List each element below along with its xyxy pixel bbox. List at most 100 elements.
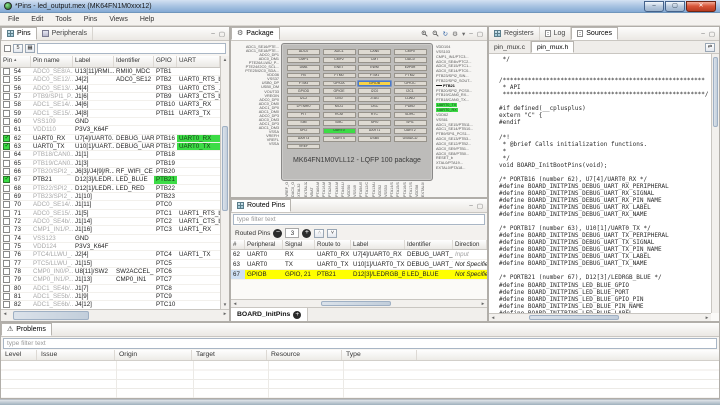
minimize-view-icon[interactable]: –	[211, 30, 215, 37]
tab-package[interactable]: ⚙ Package	[231, 27, 280, 40]
pin-checkbox[interactable]	[3, 185, 10, 192]
peripheral-block-gpiod[interactable]: GPIOD	[287, 88, 320, 94]
routed-row-pin-67[interactable]: 67GPIOBGPIO, 21PTB21D12[3]/LEDRGB_BL...L…	[231, 270, 487, 280]
menu-edit[interactable]: Edit	[25, 16, 49, 23]
table-row-pin-65[interactable]: 65PTB19/CAN0...J1[3]PTB19	[1, 160, 220, 168]
collapse-down-button[interactable]: ˅	[327, 229, 337, 238]
menu-file[interactable]: File	[2, 16, 25, 23]
scroll-left-icon[interactable]: ◄	[1, 310, 9, 318]
table-row-pin-62[interactable]: 62UART0_RXU7[4]/UART0...DEBUG_UAR...PTB1…	[1, 135, 220, 143]
table-row-pin-75[interactable]: 75VDD124P3V3_K64F	[1, 243, 220, 251]
tab-sources[interactable]: Sources	[571, 27, 618, 40]
peripheral-block-i2s0[interactable]: I2S0	[323, 96, 356, 102]
pin-checkbox[interactable]	[3, 85, 10, 92]
table-row-pin-54[interactable]: 54ADC0_SE8/A...U13[11]/RMI...RMII0_MDCPT…	[1, 68, 220, 76]
column-header-resource[interactable]: Resource	[267, 350, 342, 360]
scroll-thumb[interactable]	[13, 311, 89, 320]
column-header-level[interactable]: Level	[1, 350, 37, 360]
table-row-pin-76[interactable]: 76PTC4/LLWU_...J2[4]PTC4UART1_TX	[1, 251, 220, 259]
add-pin-button[interactable]: +	[302, 229, 311, 238]
table-row-pin-73[interactable]: 73CMP1_IN1/P...J1[16]PTC3UART1_RX	[1, 226, 220, 234]
column-header-pin-name[interactable]: Pin name	[31, 56, 73, 67]
scroll-right-icon[interactable]: ►	[221, 310, 229, 318]
tab-routed-pins[interactable]: Routed Pins	[231, 199, 291, 212]
maximize-view-icon[interactable]: ▢	[709, 30, 715, 38]
pin-checkbox[interactable]	[3, 243, 10, 250]
peripheral-block-ftm2[interactable]: FTM2	[394, 73, 427, 79]
table-row-pin-55[interactable]: 55ADC0_SE12/...J4[2]ADC0_SE12PTB2UART0_R…	[1, 76, 220, 84]
peripheral-block-ftm1[interactable]: FTM1	[358, 73, 391, 79]
show-count-button[interactable]: 5	[13, 44, 23, 53]
menu-pins[interactable]: Pins	[78, 16, 104, 23]
minimize-view-icon[interactable]: –	[701, 30, 705, 37]
peripheral-block-uart2[interactable]: UART2	[394, 128, 427, 134]
table-row-pin-60[interactable]: 60VSS109GND	[1, 118, 220, 126]
scroll-right-icon[interactable]: ►	[703, 314, 711, 322]
peripheral-block-gpioe[interactable]: GPIOE	[323, 88, 356, 94]
peripheral-block-i2c0[interactable]: I2C0	[358, 88, 391, 94]
pin-checkbox[interactable]	[3, 235, 10, 242]
table-row-pin-57[interactable]: 57PTB9/SPI1_P...J1[6]PTB9UART3_CTS_b	[1, 93, 220, 101]
peripheral-block-usb0[interactable]: USB0	[358, 136, 391, 142]
peripheral-block-cmp2[interactable]: CMP2	[323, 57, 356, 63]
zoom-in-icon[interactable]	[421, 30, 428, 37]
table-row-pin-59[interactable]: 59ADC1_SE15/...J4[8]PTB11UART3_TX	[1, 110, 220, 118]
columns-button[interactable]: ▦	[25, 44, 35, 53]
peripheral-block-cmp0[interactable]: CMP0	[394, 49, 427, 55]
view-menu-icon[interactable]: ▾	[462, 30, 465, 38]
peripheral-block-ftm0[interactable]: FTM0	[323, 73, 356, 79]
peripheral-block-uart0[interactable]: UART0	[323, 128, 356, 134]
pin-checkbox[interactable]	[3, 76, 10, 83]
table-row-pin-68[interactable]: 68PTB22/SPI2_...D12[1]/LEDR...LED_REDPTB…	[1, 185, 220, 193]
function-tab-board-initpins[interactable]: BOARD_InitPins +	[231, 308, 308, 321]
peripheral-block-pdb0[interactable]: PDB0	[394, 104, 427, 110]
peripheral-block-lptmr0[interactable]: LPTMR0	[287, 104, 320, 110]
table-row-pin-74[interactable]: 74VSS123GND	[1, 235, 220, 243]
peripheral-block-sdhc[interactable]: SDHC	[394, 112, 427, 118]
sources-horizontal-scrollbar[interactable]: ◄ ►	[489, 313, 711, 321]
pin-checkbox[interactable]	[3, 126, 10, 133]
peripheral-block-adc0[interactable]: ADC0	[287, 49, 320, 55]
minimize-view-icon[interactable]: –	[469, 30, 473, 37]
collapse-up-button[interactable]: ˄	[314, 229, 324, 238]
peripheral-block-cmt[interactable]: CMT	[358, 57, 391, 63]
remove-pin-button[interactable]: −	[273, 229, 282, 238]
link-with-editor-button[interactable]: ⇄	[705, 43, 715, 52]
pin-checkbox[interactable]	[3, 193, 10, 200]
table-row-pin-58[interactable]: 58ADC1_SE14/...J4[6]PTB10UART3_RX	[1, 101, 220, 109]
column-header-gpio[interactable]: GPIO	[154, 56, 177, 67]
menu-tools[interactable]: Tools	[49, 16, 77, 23]
peripheral-block-jtag[interactable]: JTAG	[358, 96, 391, 102]
routed-row-pin-62[interactable]: 62UART0RXUART0_RXU7[4]/UART0_RXDEBUG_UAR…	[231, 250, 487, 260]
column-header-label[interactable]: Label	[351, 240, 405, 249]
peripheral-block-gpioa[interactable]: GPIOA	[323, 81, 356, 87]
file-tab-pin-mux-h[interactable]: pin_mux.h	[531, 41, 574, 53]
peripheral-block-can0[interactable]: CAN0	[358, 49, 391, 55]
peripheral-block-sim[interactable]: SIM	[287, 120, 320, 126]
zoom-out-icon[interactable]	[432, 30, 439, 37]
minimize-button[interactable]: –	[644, 1, 664, 12]
column-header-identifier[interactable]: Identifier	[114, 56, 154, 67]
peripheral-block-gpiob[interactable]: GPIOB	[358, 81, 391, 87]
pin-checkbox[interactable]	[3, 135, 10, 142]
pin-checkbox[interactable]	[3, 251, 10, 258]
pin-checkbox[interactable]	[3, 210, 10, 217]
peripheral-block-i2c2[interactable]: I2C2	[287, 96, 320, 102]
table-row-pin-79[interactable]: 79CMP0_IN1/P...J1[13]CMP0_IN1PTC7	[1, 276, 220, 284]
table-row-pin-70[interactable]: 70ADC0_SE14/...J1[11]PTC0	[1, 201, 220, 209]
pin-checkbox[interactable]	[3, 260, 10, 267]
table-row-pin-69[interactable]: 69PTB23/SPI2_...J1[10]PTB23	[1, 193, 220, 201]
peripheral-block-llwu[interactable]: LLWU	[394, 96, 427, 102]
column-header-origin[interactable]: Origin	[115, 350, 192, 360]
peripheral-block-dac0[interactable]: DAC0	[394, 57, 427, 63]
column-header-issue[interactable]: Issue	[37, 350, 115, 360]
peripheral-block-mcg[interactable]: MCG	[323, 104, 356, 110]
peripheral-block-enet[interactable]: ENET	[323, 65, 356, 71]
peripheral-block-cmp1[interactable]: CMP1	[287, 57, 320, 63]
pin-checkbox[interactable]	[3, 93, 10, 100]
peripheral-block-ewm[interactable]: EWM	[358, 65, 391, 71]
peripheral-block-spi1[interactable]: SPI1	[394, 120, 427, 126]
tab-problems[interactable]: ⚠ Problems	[1, 323, 52, 336]
tab-pins[interactable]: Pins	[1, 27, 37, 40]
pin-checkbox[interactable]	[3, 143, 10, 150]
